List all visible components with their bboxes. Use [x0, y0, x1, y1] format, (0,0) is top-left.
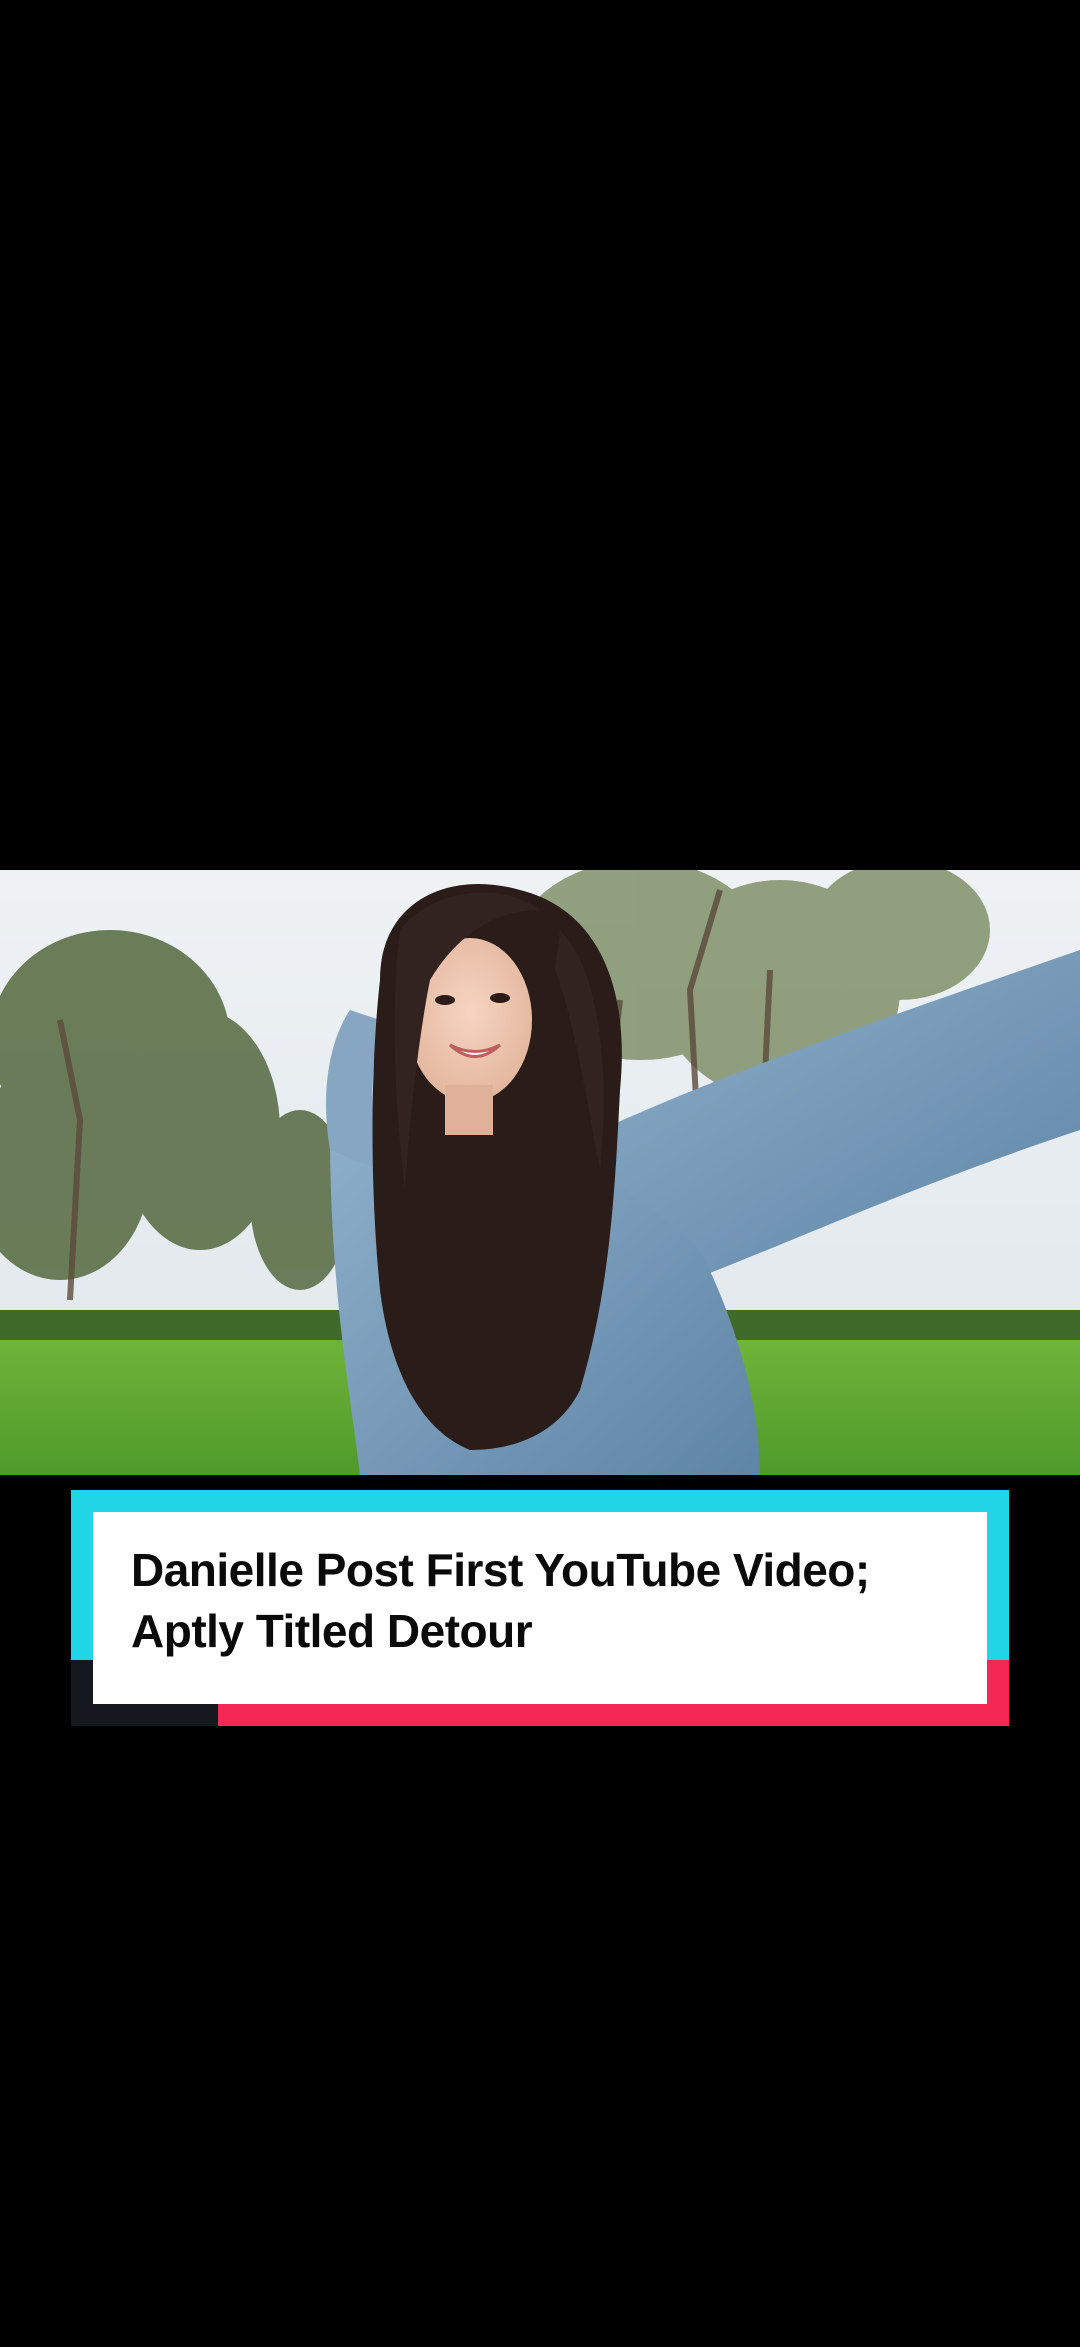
caption-headline: Danielle Post First YouTube Video; Aptly… [131, 1540, 951, 1662]
caption-card: Danielle Post First YouTube Video; Aptly… [71, 1490, 1009, 1726]
video-frame[interactable] [0, 870, 1080, 1475]
caption-line-2: Aptly Titled Detour [131, 1605, 533, 1657]
caption-text-box: Danielle Post First YouTube Video; Aptly… [93, 1512, 987, 1704]
video-thumbnail-image [0, 870, 1080, 1475]
caption-line-1: Danielle Post First YouTube Video; [131, 1544, 870, 1596]
video-screen[interactable]: Danielle Post First YouTube Video; Aptly… [0, 0, 1080, 2347]
